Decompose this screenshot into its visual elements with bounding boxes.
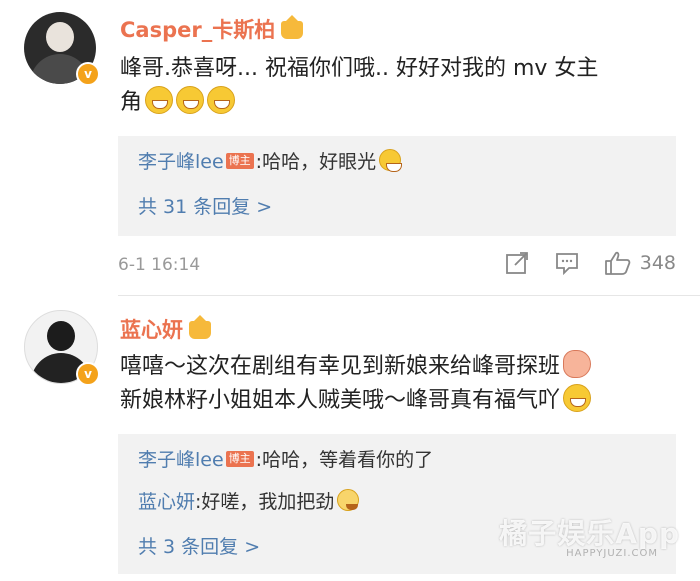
laugh-emoji-icon <box>176 86 205 114</box>
shy-emoji-icon <box>337 489 360 511</box>
grin-emoji-icon <box>563 384 592 412</box>
comment-username[interactable]: Casper_卡斯柏 <box>120 14 304 44</box>
reply-author[interactable]: 李子峰lee <box>138 151 224 173</box>
watermark-url: HAPPYJUZI.COM <box>566 548 658 559</box>
like-count: 348 <box>639 252 676 274</box>
reply-text: :哈哈，好眼光 <box>255 151 377 173</box>
thumbs-up-icon <box>604 251 631 275</box>
comment-text-line-2: 角 <box>120 86 680 120</box>
blogger-badge: 博主 <box>225 451 254 467</box>
comment-text-line-1: 嘻嘻～这次在剧组有幸见到新娘来给峰哥探班 <box>120 350 680 384</box>
comment-username[interactable]: 蓝心妍 <box>120 314 211 344</box>
username-text[interactable]: 蓝心妍 <box>120 318 183 342</box>
laugh-emoji-icon <box>145 86 174 114</box>
reply-author[interactable]: 蓝心妍 <box>138 491 195 513</box>
comment-actions: 348 <box>480 250 676 276</box>
reply-author[interactable]: 李子峰lee <box>138 449 224 471</box>
comment-text: 峰哥.恭喜呀... 祝福你们哦.. 好好对我的 mv 女主 角 <box>120 52 680 120</box>
shrimp-emoji-icon <box>563 350 592 378</box>
share-icon <box>505 252 528 274</box>
reply-line: 李子峰lee 博主:哈哈，好眼光 <box>138 148 403 176</box>
blogger-badge: 博主 <box>225 153 254 169</box>
reply-line: 蓝心妍:好嗟，我加把劲 <box>138 488 360 516</box>
laugh-emoji-icon <box>207 86 236 114</box>
comment-text-line-2-text: 新娘林籽小姐姐本人贼美哦～峰哥真有福气吖 <box>120 388 561 413</box>
grin-emoji-icon <box>379 149 403 172</box>
more-replies-link[interactable]: 共 31 条回复 > <box>138 192 272 219</box>
comment-text-line-1-text: 嘻嘻～这次在剧组有幸见到新娘来给峰哥探班 <box>120 354 561 379</box>
reply-line: 李子峰lee 博主:哈哈，等着看你的了 <box>138 446 433 474</box>
reply-text: :好嗟，我加把劲 <box>195 491 335 513</box>
watermark-logo: 橘子娱乐App <box>499 517 680 550</box>
avatar-head-shape <box>46 22 74 52</box>
comment-text-line-2-text: 角 <box>120 90 143 115</box>
comment-divider <box>118 295 700 296</box>
comment-text: 嘻嘻～这次在剧组有幸见到新娘来给峰哥探班 新娘林籽小姐姐本人贼美哦～峰哥真有福气… <box>120 350 680 418</box>
comment-text-line-1: 峰哥.恭喜呀... 祝福你们哦.. 好好对我的 mv 女主 <box>120 56 599 81</box>
comment-button[interactable] <box>554 250 580 276</box>
more-replies-link[interactable]: 共 3 条回复 > <box>138 532 260 559</box>
reply-box: 李子峰lee 博主:哈哈，好眼光 共 31 条回复 > <box>118 136 676 236</box>
like-button[interactable]: 348 <box>604 250 676 276</box>
comment-icon <box>555 253 578 276</box>
username-text[interactable]: Casper_卡斯柏 <box>120 18 275 42</box>
verified-badge-icon: v <box>76 62 100 86</box>
verified-badge-icon: v <box>76 362 100 386</box>
avatar-head-shape <box>47 321 75 351</box>
comment-timestamp: 6-1 16:14 <box>118 255 201 275</box>
crown-icon <box>281 15 304 39</box>
share-button[interactable] <box>504 250 530 276</box>
crown-icon <box>189 315 211 339</box>
comment-text-line-2: 新娘林籽小姐姐本人贼美哦～峰哥真有福气吖 <box>120 384 680 418</box>
comment-casper: v Casper_卡斯柏 峰哥.恭喜呀... 祝福你们哦.. 好好对我的 mv … <box>0 0 700 300</box>
reply-text: :哈哈，等着看你的了 <box>255 449 434 471</box>
